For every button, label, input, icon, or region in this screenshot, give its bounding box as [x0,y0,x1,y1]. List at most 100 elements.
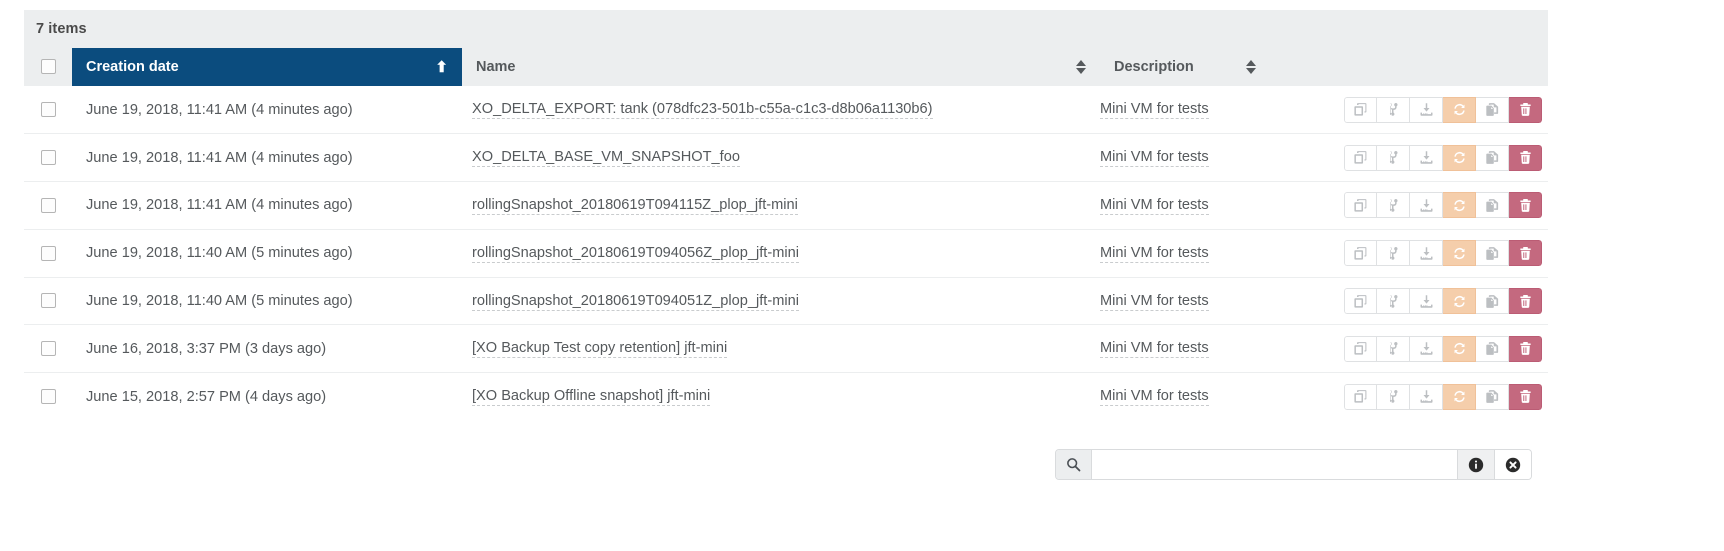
download-button[interactable] [1410,383,1443,410]
row-name-cell: rollingSnapshot_20180619T094051Z_plop_jf… [462,276,1100,325]
copy-button[interactable] [1344,144,1377,171]
table-row: June 19, 2018, 11:41 AM (4 minutes ago) r… [24,181,1548,230]
download-button[interactable] [1410,192,1443,219]
row-creation-date: June 19, 2018, 11:41 AM (4 minutes ago) [86,101,353,118]
row-name-cell: [XO Backup Offline snapshot] jft-mini [462,372,1100,421]
row-name-editable[interactable]: rollingSnapshot_20180619T094051Z_plop_jf… [472,293,799,311]
refresh-button[interactable] [1443,144,1476,171]
download-icon [1419,102,1434,117]
code-fork-button[interactable] [1377,144,1410,171]
download-button[interactable] [1410,144,1443,171]
column-header-description[interactable]: Description [1100,48,1270,86]
row-description-cell: Mini VM for tests [1100,86,1270,134]
trash-button[interactable] [1509,96,1542,123]
search-input[interactable] [1092,450,1457,479]
code-fork-button[interactable] [1377,96,1410,123]
row-description-editable[interactable]: Mini VM for tests [1100,197,1209,215]
search-icon [1056,450,1092,479]
sort-both-icon-name [1076,59,1086,75]
search-bar [1055,449,1532,480]
download-button[interactable] [1410,335,1443,362]
copy-files-button[interactable] [1476,335,1509,362]
trash-button[interactable] [1509,192,1542,219]
download-button[interactable] [1410,288,1443,315]
select-all-checkbox[interactable] [40,59,56,75]
snapshots-table-page: 7 items Creation date ⬆ Name Description… [0,0,1724,551]
refresh-button[interactable] [1443,288,1476,315]
search-clear-button[interactable] [1494,450,1531,479]
code-fork-icon [1386,246,1401,261]
copy-files-button[interactable] [1476,240,1509,267]
row-select-checkbox[interactable] [40,245,56,261]
copy-files-button[interactable] [1476,96,1509,123]
copy-files-button[interactable] [1476,144,1509,171]
copy-button[interactable] [1344,383,1377,410]
row-name-editable[interactable]: [XO Backup Test copy retention] jft-mini [472,340,728,359]
refresh-icon [1452,102,1467,117]
row-name-editable[interactable]: rollingSnapshot_20180619T094115Z_plop_jf… [472,197,798,215]
copy-button[interactable] [1344,96,1377,123]
copy-files-icon [1485,246,1500,261]
copy-files-button[interactable] [1476,288,1509,315]
times-circle-icon [1505,457,1521,473]
row-select-checkbox[interactable] [40,197,56,213]
trash-icon [1518,198,1533,213]
trash-button[interactable] [1509,383,1542,410]
row-name-cell: [XO Backup Test copy retention] jft-mini [462,324,1100,373]
trash-button[interactable] [1509,144,1542,171]
row-action-group [1344,288,1542,315]
trash-button[interactable] [1509,288,1542,315]
row-select-checkbox[interactable] [40,149,56,165]
copy-icon [1353,198,1368,213]
code-fork-button[interactable] [1377,240,1410,267]
row-name-editable[interactable]: rollingSnapshot_20180619T094056Z_plop_jf… [472,245,799,263]
row-name-editable[interactable]: XO_DELTA_BASE_VM_SNAPSHOT_foo [472,149,740,168]
row-description-editable[interactable]: Mini VM for tests [1100,149,1209,168]
row-description-editable[interactable]: Mini VM for tests [1100,293,1209,311]
copy-button[interactable] [1344,335,1377,362]
row-description-editable[interactable]: Mini VM for tests [1100,388,1209,407]
row-description-editable[interactable]: Mini VM for tests [1100,245,1209,263]
code-fork-button[interactable] [1377,383,1410,410]
row-select-checkbox[interactable] [40,389,56,405]
copy-files-button[interactable] [1476,383,1509,410]
sort-both-icon-description [1246,59,1256,75]
copy-button[interactable] [1344,192,1377,219]
row-creation-date: June 19, 2018, 11:40 AM (5 minutes ago) [72,276,462,325]
code-fork-button[interactable] [1377,335,1410,362]
table-header-row: Creation date ⬆ Name Description [24,48,1548,86]
refresh-button[interactable] [1443,335,1476,362]
row-select-checkbox[interactable] [40,101,56,117]
search-info-button[interactable] [1457,450,1494,479]
row-description-editable[interactable]: Mini VM for tests [1100,340,1209,359]
copy-button[interactable] [1344,240,1377,267]
row-description-cell: Mini VM for tests [1100,181,1270,230]
copy-icon [1353,246,1368,261]
column-header-creation-date[interactable]: Creation date ⬆ [72,48,462,86]
download-button[interactable] [1410,96,1443,123]
row-name-editable[interactable]: XO_DELTA_EXPORT: tank (078dfc23-501b-c55… [472,101,933,120]
row-description-cell: Mini VM for tests [1100,372,1270,421]
copy-icon [1353,102,1368,117]
code-fork-button[interactable] [1377,288,1410,315]
download-icon [1419,294,1434,309]
row-select-cell [24,228,72,278]
copy-button[interactable] [1344,288,1377,315]
refresh-button[interactable] [1443,383,1476,410]
trash-button[interactable] [1509,335,1542,362]
refresh-button[interactable] [1443,192,1476,219]
refresh-button[interactable] [1443,240,1476,267]
row-name-editable[interactable]: [XO Backup Offline snapshot] jft-mini [472,388,711,407]
row-select-checkbox[interactable] [40,341,56,357]
row-actions-cell [1270,181,1548,230]
trash-icon [1518,341,1533,356]
refresh-button[interactable] [1443,96,1476,123]
download-button[interactable] [1410,240,1443,267]
column-header-name[interactable]: Name [462,48,1100,86]
copy-files-button[interactable] [1476,192,1509,219]
row-description-editable[interactable]: Mini VM for tests [1100,101,1209,120]
row-select-checkbox[interactable] [40,293,56,309]
row-actions-cell [1270,86,1548,134]
code-fork-button[interactable] [1377,192,1410,219]
trash-button[interactable] [1509,240,1542,267]
